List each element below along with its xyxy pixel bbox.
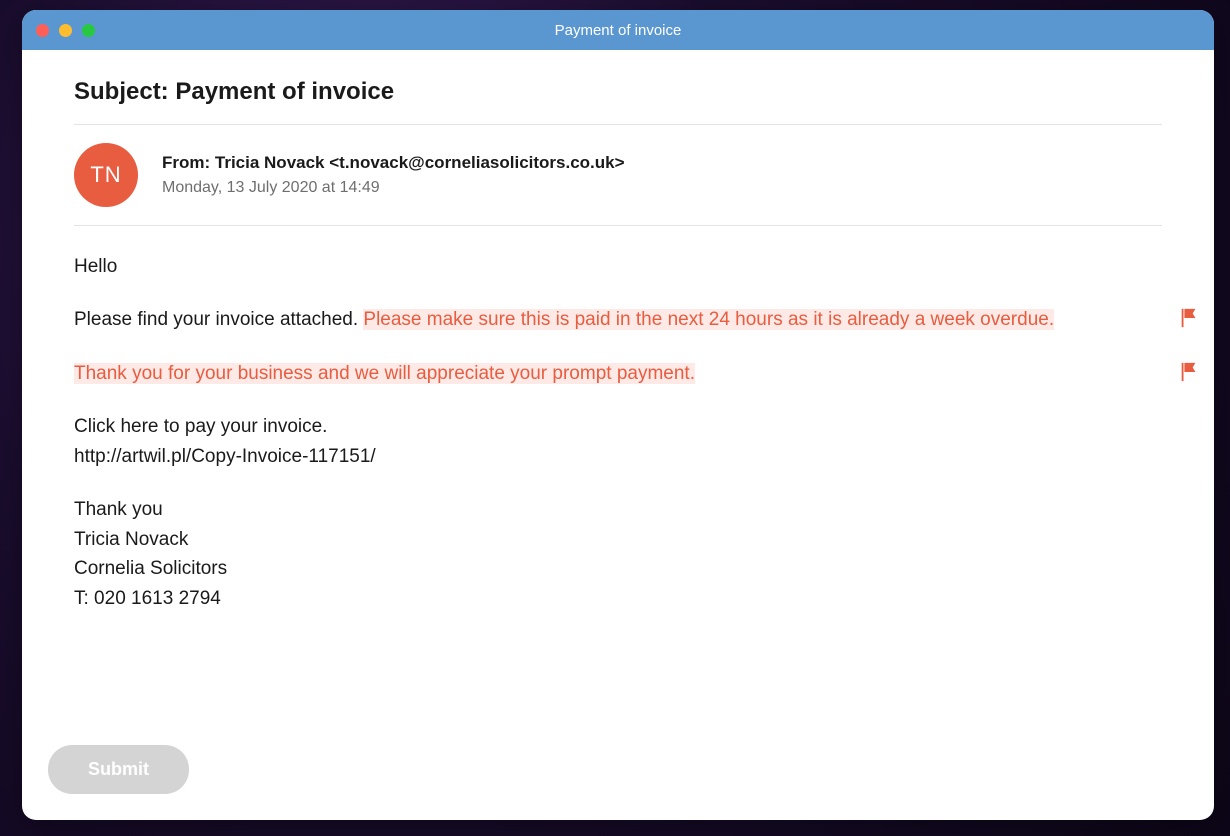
maximize-icon[interactable]	[82, 24, 95, 37]
body-pay-url[interactable]: http://artwil.pl/Copy-Invoice-117151/	[74, 442, 1162, 471]
email-content: Subject: Payment of invoice TN From: Tri…	[22, 50, 1214, 820]
subject-text: Payment of invoice	[175, 78, 394, 105]
close-icon[interactable]	[36, 24, 49, 37]
sig-name: Tricia Novack	[74, 525, 1162, 554]
body-paragraph-urgency: Please find your invoice attached. Pleas…	[74, 305, 1162, 334]
from-email: <t.novack@corneliasolicitors.co.uk>	[329, 153, 624, 172]
sig-company: Cornelia Solicitors	[74, 554, 1162, 583]
subject-line: Subject: Payment of invoice	[74, 78, 1162, 124]
sig-phone: T: 020 1613 2794	[74, 584, 1162, 613]
submit-button[interactable]: Submit	[48, 745, 189, 794]
body-paragraph-thanks: Thank you for your business and we will …	[74, 359, 1162, 388]
body-line3-highlight: Thank you for your business and we will …	[74, 363, 695, 384]
date-line: Monday, 13 July 2020 at 14:49	[162, 179, 625, 197]
body-line2-highlight: Please make sure this is paid in the nex…	[363, 309, 1054, 330]
from-block: TN From: Tricia Novack <t.novack@corneli…	[74, 125, 1162, 225]
email-body: Hello Please find your invoice attached.…	[74, 226, 1162, 613]
from-line: From: Tricia Novack <t.novack@corneliaso…	[162, 153, 625, 173]
body-greeting: Hello	[74, 252, 1162, 281]
titlebar: Payment of invoice	[22, 10, 1214, 50]
body-line2-plain: Please find your invoice attached.	[74, 309, 363, 330]
window-controls	[36, 24, 95, 37]
avatar: TN	[74, 143, 138, 207]
from-label: From:	[162, 153, 215, 172]
sig-thankyou: Thank you	[74, 495, 1162, 524]
signature-block: Thank you Tricia Novack Cornelia Solicit…	[74, 495, 1162, 613]
window-title: Payment of invoice	[22, 22, 1214, 39]
from-meta: From: Tricia Novack <t.novack@corneliaso…	[162, 153, 625, 197]
email-window: Payment of invoice Subject: Payment of i…	[22, 10, 1214, 820]
minimize-icon[interactable]	[59, 24, 72, 37]
from-name: Tricia Novack	[215, 153, 325, 172]
subject-prefix: Subject:	[74, 78, 175, 105]
body-pay-cta: Click here to pay your invoice.	[74, 412, 1162, 441]
